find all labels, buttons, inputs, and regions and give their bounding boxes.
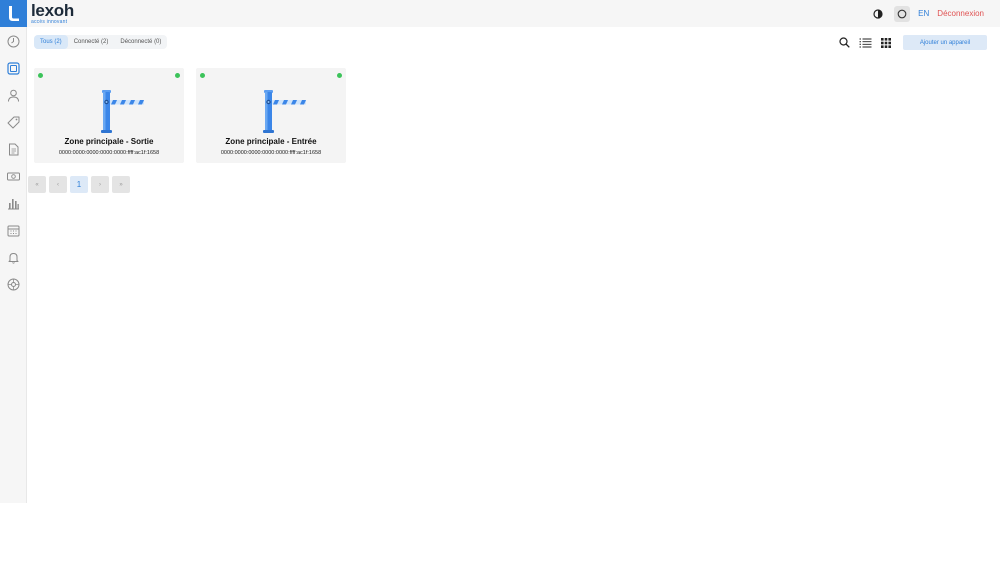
sidebar-item-calendar[interactable] <box>5 222 22 239</box>
prev-page-button[interactable]: ‹ <box>49 176 67 193</box>
add-device-button[interactable]: Ajouter un appareil <box>903 35 987 50</box>
chip-icon <box>7 62 20 75</box>
status-indicator <box>175 73 180 78</box>
circle-icon <box>897 9 907 18</box>
app: lexoh accès innovant EN Déconnexion Tous… <box>0 0 1000 503</box>
next-page-button[interactable]: › <box>91 176 109 193</box>
sidebar-item-payments[interactable] <box>5 168 22 185</box>
last-page-button[interactable]: » <box>112 176 130 193</box>
logout-link[interactable]: Déconnexion <box>937 9 984 18</box>
sidebar-item-settings[interactable] <box>5 276 22 293</box>
logo-l-icon <box>9 6 19 21</box>
brand: lexoh accès innovant <box>31 2 74 25</box>
filter-tab-connected[interactable]: Connecté (2) <box>68 35 115 49</box>
clock-icon <box>7 35 20 48</box>
sidebar-item-users[interactable] <box>5 87 22 104</box>
sidebar-item-tickets[interactable] <box>5 114 22 131</box>
grid-icon <box>881 37 891 48</box>
sidebar-item-reports[interactable] <box>5 195 22 212</box>
user-icon <box>8 89 19 102</box>
brand-tagline: accès innovant <box>31 19 68 25</box>
settings-icon <box>7 278 20 291</box>
document-icon <box>9 143 19 156</box>
status-toggle-button[interactable] <box>894 5 911 22</box>
search-icon <box>838 37 850 48</box>
device-address: 0000:0000:0000:0000:0000:ffff:ac1f:1658 <box>220 150 322 156</box>
device-name: Zone principale - Sortie <box>64 137 154 146</box>
device-card[interactable]: Zone principale - Sortie 0000:0000:0000:… <box>34 68 184 163</box>
brand-name: lexoh <box>31 1 74 20</box>
bar-chart-icon <box>8 199 19 210</box>
logo-mark[interactable] <box>0 0 27 27</box>
bell-icon <box>8 253 19 264</box>
barrier-gate-icon <box>101 90 144 133</box>
banknote-icon <box>7 172 20 181</box>
tag-icon <box>7 116 20 129</box>
sidebar-item-documents[interactable] <box>5 141 22 158</box>
sidebar <box>0 27 27 503</box>
top-bar: lexoh accès innovant EN Déconnexion <box>0 0 1000 27</box>
list-icon <box>859 38 871 47</box>
page-number-button[interactable]: 1 <box>70 176 88 193</box>
sidebar-item-notifications[interactable] <box>5 249 22 266</box>
list-view-button[interactable] <box>857 35 873 51</box>
sidebar-item-dashboard[interactable] <box>5 33 22 50</box>
status-indicator <box>200 73 205 78</box>
search-button[interactable] <box>836 35 852 51</box>
status-indicator <box>38 73 43 78</box>
language-switch[interactable]: EN <box>918 9 929 18</box>
header-actions: EN Déconnexion <box>870 5 984 22</box>
filter-tab-all[interactable]: Tous (2) <box>34 35 68 49</box>
main-content: Tous (2) Connecté (2) Déconnecté (0) Ajo… <box>27 27 1000 503</box>
sidebar-item-devices[interactable] <box>5 60 22 77</box>
device-card[interactable]: Zone principale - Entrée 0000:0000:0000:… <box>196 68 346 163</box>
filter-tab-disconnected[interactable]: Déconnecté (0) <box>114 35 167 49</box>
device-name: Zone principale - Entrée <box>225 137 317 146</box>
theme-toggle-button[interactable] <box>870 6 886 22</box>
first-page-button[interactable]: « <box>28 176 46 193</box>
grid-view-button[interactable] <box>878 35 894 51</box>
contrast-icon <box>873 8 883 19</box>
view-toolbar: Ajouter un appareil <box>836 35 987 50</box>
device-address: 0000:0000:0000:0000:0000:ffff:ac1f:1658 <box>58 150 160 156</box>
barrier-gate-icon <box>263 90 306 133</box>
calendar-icon <box>7 225 20 237</box>
pagination: « ‹ 1 › » <box>28 176 130 193</box>
status-indicator <box>337 73 342 78</box>
status-filter-tabs: Tous (2) Connecté (2) Déconnecté (0) <box>34 35 168 49</box>
